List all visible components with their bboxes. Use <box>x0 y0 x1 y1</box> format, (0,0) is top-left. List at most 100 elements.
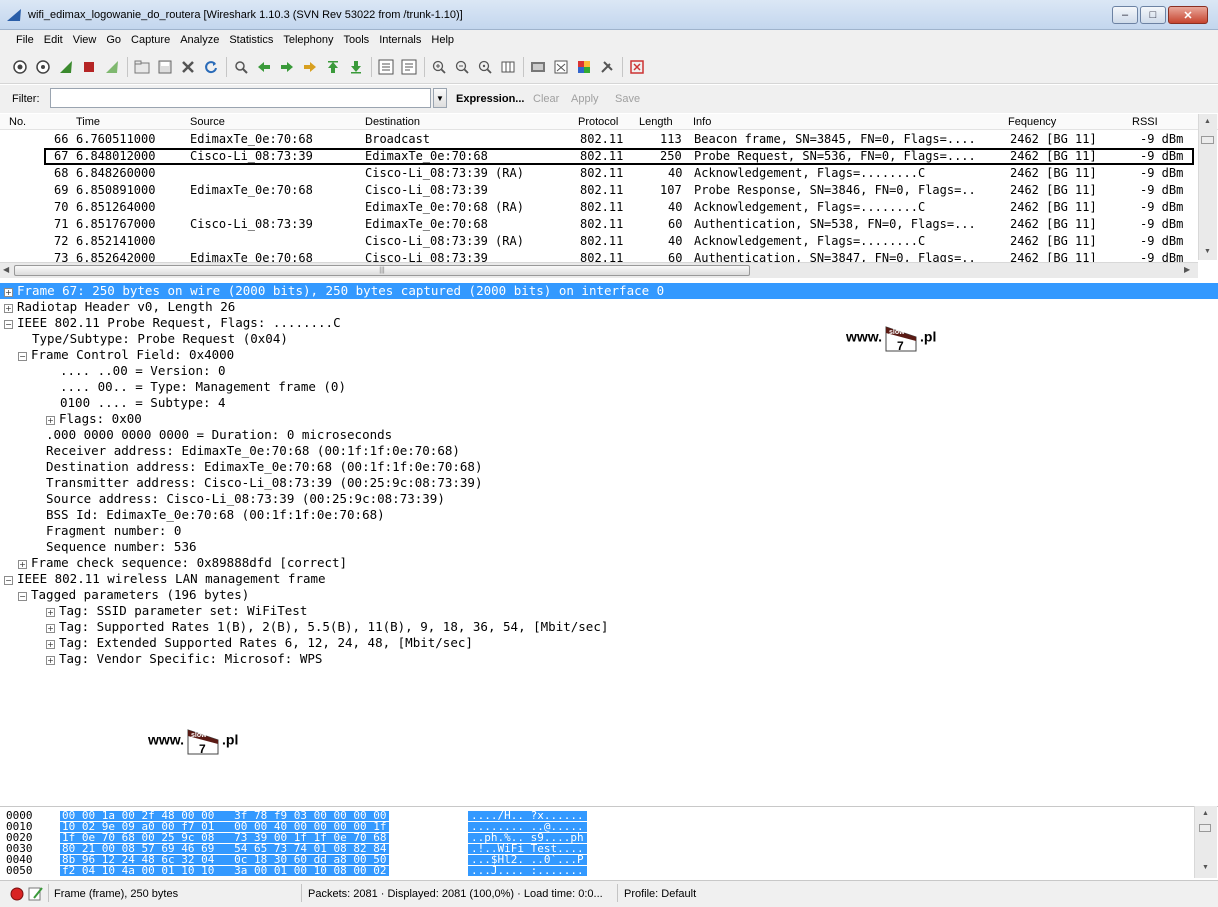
expand-icon[interactable]: + <box>46 640 55 649</box>
expert-info-icon[interactable] <box>10 887 24 901</box>
interfaces-icon[interactable] <box>10 57 30 77</box>
go-forward-icon[interactable] <box>277 57 297 77</box>
coloring-rules-icon[interactable] <box>574 57 594 77</box>
first-packet-icon[interactable] <box>323 57 343 77</box>
packet-list-vertical-scrollbar[interactable]: ▲ ▼ <box>1198 114 1217 260</box>
packet-row[interactable]: 70 6.851264000 EdimaxTe_0e:70:68 (RA) 80… <box>0 199 1198 216</box>
packet-row[interactable]: 66 6.760511000 EdimaxTe_0e:70:68 Broadca… <box>0 131 1198 148</box>
capture-options-icon[interactable] <box>33 57 53 77</box>
expand-icon[interactable]: + <box>4 288 13 297</box>
tree-row[interactable]: .000 0000 0000 0000 = Duration: 0 micros… <box>46 427 392 443</box>
zoom-in-icon[interactable] <box>429 57 449 77</box>
packet-row-selected[interactable]: 67 6.848012000 Cisco-Li_08:73:39 EdimaxT… <box>44 148 1194 165</box>
maximize-button[interactable]: □ <box>1140 6 1166 24</box>
column-rssi[interactable]: RSSI <box>1132 116 1158 128</box>
collapse-icon[interactable]: − <box>18 592 27 601</box>
collapse-icon[interactable]: − <box>18 352 27 361</box>
tree-row[interactable]: Source address: Cisco-Li_08:73:39 (00:25… <box>46 491 445 507</box>
expand-icon[interactable]: + <box>46 416 55 425</box>
preferences-icon[interactable] <box>597 57 617 77</box>
packet-list-horizontal-scrollbar[interactable]: ◀ ||| ▶ <box>0 262 1198 278</box>
tree-row-tag[interactable]: + Tag: Extended Supported Rates 6, 12, 24… <box>46 635 473 651</box>
scroll-down-icon[interactable]: ▼ <box>1204 248 1211 255</box>
packet-row[interactable]: 69 6.850891000 EdimaxTe_0e:70:68 Cisco-L… <box>0 182 1198 199</box>
reload-icon[interactable] <box>201 57 221 77</box>
packet-row[interactable]: 72 6.852141000 Cisco-Li_08:73:39 (RA) 80… <box>0 233 1198 250</box>
tree-row-tag[interactable]: + Tag: Vendor Specific: Microsof: WPS <box>46 651 322 667</box>
packet-row[interactable]: 71 6.851767000 Cisco-Li_08:73:39 EdimaxT… <box>0 216 1198 233</box>
tree-row[interactable]: 0100 .... = Subtype: 4 <box>60 395 226 411</box>
expand-icon[interactable]: + <box>46 624 55 633</box>
tree-row[interactable]: .... 00.. = Type: Management frame (0) <box>60 379 346 395</box>
scroll-thumb[interactable] <box>1201 136 1214 144</box>
menu-tools[interactable]: Tools <box>339 34 375 46</box>
menu-internals[interactable]: Internals <box>374 34 426 46</box>
menu-edit[interactable]: Edit <box>39 34 68 46</box>
filter-input[interactable] <box>50 88 431 108</box>
restart-capture-icon[interactable] <box>102 57 122 77</box>
minimize-button[interactable]: – <box>1112 6 1138 24</box>
menu-file[interactable]: File <box>0 34 39 46</box>
tree-row-tag[interactable]: + Tag: Supported Rates 1(B), 2(B), 5.5(B)… <box>46 619 608 635</box>
tree-row[interactable]: Type/Subtype: Probe Request (0x04) <box>32 331 288 347</box>
scroll-right-icon[interactable]: ▶ <box>1184 265 1190 274</box>
menu-help[interactable]: Help <box>426 34 459 46</box>
column-length[interactable]: Length <box>639 116 673 128</box>
tree-row-tag[interactable]: + Tag: SSID parameter set: WiFiTest <box>46 603 307 619</box>
tree-row[interactable]: BSS Id: EdimaxTe_0e:70:68 (00:1f:1f:0e:7… <box>46 507 385 523</box>
menu-go[interactable]: Go <box>101 34 126 46</box>
zoom-normal-icon[interactable] <box>475 57 495 77</box>
find-packet-icon[interactable] <box>231 57 251 77</box>
zoom-out-icon[interactable] <box>452 57 472 77</box>
tree-row[interactable]: Fragment number: 0 <box>46 523 181 539</box>
column-frequency[interactable]: Fequency <box>1008 116 1056 128</box>
save-file-icon[interactable] <box>155 57 175 77</box>
column-info[interactable]: Info <box>693 116 711 128</box>
go-back-icon[interactable] <box>254 57 274 77</box>
collapse-icon[interactable]: − <box>4 576 13 585</box>
menu-statistics[interactable]: Statistics <box>224 34 278 46</box>
tree-row[interactable]: Receiver address: EdimaxTe_0e:70:68 (00:… <box>46 443 460 459</box>
menu-view[interactable]: View <box>68 34 102 46</box>
scroll-up-icon[interactable]: ▲ <box>1204 118 1211 125</box>
expression-button[interactable]: Expression... <box>456 93 524 105</box>
capture-comments-icon[interactable] <box>28 886 44 902</box>
tree-row[interactable]: .... ..00 = Version: 0 <box>60 363 226 379</box>
apply-button[interactable]: Apply <box>571 93 599 105</box>
column-source[interactable]: Source <box>190 116 225 128</box>
tree-row-mgmt-frame[interactable]: − IEEE 802.11 wireless LAN management fra… <box>4 571 326 587</box>
tree-row[interactable]: Transmitter address: Cisco-Li_08:73:39 (… <box>46 475 483 491</box>
display-filters-icon[interactable] <box>551 57 571 77</box>
packet-row[interactable]: 73 6.852642000 EdimaxTe_0e:70:68 Cisco-L… <box>0 250 1198 262</box>
scroll-left-icon[interactable]: ◀ <box>3 265 9 274</box>
go-to-packet-icon[interactable] <box>300 57 320 77</box>
column-no[interactable]: No. <box>9 116 26 128</box>
filter-dropdown-button[interactable]: ▼ <box>433 88 447 108</box>
close-file-icon[interactable] <box>178 57 198 77</box>
expand-icon[interactable]: + <box>46 656 55 665</box>
column-protocol[interactable]: Protocol <box>578 116 618 128</box>
tree-row-ieee80211[interactable]: − IEEE 802.11 Probe Request, Flags: .....… <box>4 315 341 331</box>
menu-telephony[interactable]: Telephony <box>278 34 338 46</box>
save-filter-button[interactable]: Save <box>615 93 640 105</box>
open-file-icon[interactable] <box>132 57 152 77</box>
scroll-thumb[interactable]: ||| <box>14 265 750 276</box>
start-capture-icon[interactable] <box>56 57 76 77</box>
capture-filters-icon[interactable] <box>528 57 548 77</box>
close-button[interactable]: ✕ <box>1168 6 1208 24</box>
help-icon[interactable] <box>627 57 647 77</box>
tree-row[interactable]: Sequence number: 536 <box>46 539 197 555</box>
hex-pane-scrollbar[interactable]: ▲ ▼ <box>1194 806 1217 878</box>
tree-row[interactable]: Destination address: EdimaxTe_0e:70:68 (… <box>46 459 483 475</box>
menu-analyze[interactable]: Analyze <box>175 34 224 46</box>
column-destination[interactable]: Destination <box>365 116 420 128</box>
resize-columns-icon[interactable] <box>498 57 518 77</box>
tree-row-frame[interactable]: + Frame 67: 250 bytes on wire (2000 bits)… <box>0 283 1218 299</box>
auto-scroll-icon[interactable] <box>399 57 419 77</box>
clear-button[interactable]: Clear <box>533 93 559 105</box>
tree-row-radiotap[interactable]: + Radiotap Header v0, Length 26 <box>4 299 235 315</box>
stop-capture-icon[interactable] <box>79 57 99 77</box>
scroll-down-icon[interactable]: ▼ <box>1202 864 1209 871</box>
scroll-thumb[interactable] <box>1199 824 1211 832</box>
column-time[interactable]: Time <box>76 116 100 128</box>
